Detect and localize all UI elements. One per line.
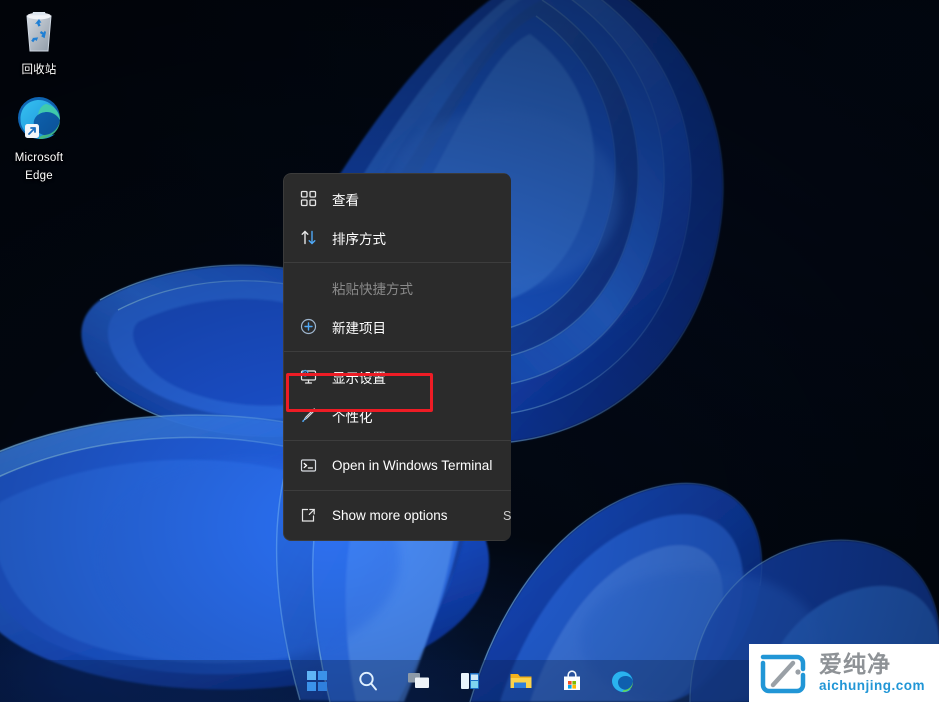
search-button[interactable]	[355, 668, 381, 694]
edge-icon	[612, 670, 633, 692]
desktop[interactable]: 回收站 Microsoft Edge 查看 排序方式 粘贴快捷方式 新建项目 显…	[0, 0, 939, 702]
desktop-icon-recycle-bin[interactable]: 回收站	[0, 6, 78, 78]
search-icon	[358, 671, 377, 691]
watermark: 爱纯净 aichunjing.com	[749, 644, 939, 702]
monitor-gear-icon	[298, 367, 318, 387]
watermark-chinese-text: 爱纯净	[819, 651, 891, 678]
paste-shortcut-icon-placeholder	[298, 278, 318, 298]
store-bag-icon	[563, 670, 580, 690]
recycle-bin-icon	[13, 6, 65, 56]
context-menu-item-paste-shortcut: 粘贴快捷方式	[284, 268, 511, 307]
start-button[interactable]	[304, 668, 330, 694]
grid-view-icon	[298, 189, 318, 209]
paintbrush-icon	[298, 406, 318, 426]
context-menu-item-sort-by[interactable]: 排序方式	[284, 218, 511, 257]
microsoft-store-button[interactable]	[559, 668, 585, 694]
desktop-icon-microsoft-edge[interactable]: Microsoft Edge	[0, 94, 78, 184]
context-menu-separator	[284, 490, 511, 491]
context-menu-item-show-more-options[interactable]: Show more options Shift	[284, 496, 511, 535]
context-menu-label: Show more options	[332, 508, 448, 523]
desktop-context-menu[interactable]: 查看 排序方式 粘贴快捷方式 新建项目 显示设置 个性化 Open in Win…	[283, 173, 511, 541]
terminal-icon	[298, 456, 318, 476]
context-menu-label: 排序方式	[332, 231, 386, 247]
context-menu-label: 显示设置	[332, 370, 386, 386]
context-menu-label: 粘贴快捷方式	[332, 281, 413, 297]
windows-logo-icon	[306, 671, 327, 691]
context-menu-item-new-item[interactable]: 新建项目	[284, 307, 511, 346]
context-menu-item-view[interactable]: 查看	[284, 179, 511, 218]
context-menu-label: 查看	[332, 192, 359, 208]
context-menu-label: Open in Windows Terminal	[332, 458, 493, 473]
file-explorer-button[interactable]	[508, 668, 534, 694]
sort-arrows-icon	[298, 228, 318, 248]
folder-icon	[510, 674, 531, 688]
context-menu-item-personalize[interactable]: 个性化	[284, 396, 511, 435]
context-menu-separator	[284, 262, 511, 263]
context-menu-item-display-settings[interactable]: 显示设置	[284, 357, 511, 396]
context-menu-item-windows-terminal[interactable]: Open in Windows Terminal	[284, 446, 511, 485]
context-menu-label: 新建项目	[332, 320, 386, 336]
aichunjing-logo-icon	[760, 654, 806, 694]
context-menu-separator	[284, 351, 511, 352]
edge-taskbar-button[interactable]	[610, 668, 636, 694]
context-menu-separator	[284, 440, 511, 441]
context-menu-label: 个性化	[332, 409, 373, 425]
more-options-icon	[298, 506, 318, 526]
desktop-icon-label: Microsoft Edge	[15, 152, 63, 182]
edge-label-line1: Microsoft	[14, 152, 64, 164]
edge-label-line2: Edge	[25, 170, 53, 182]
task-view-icon	[407, 673, 429, 688]
edge-icon	[13, 94, 65, 144]
desktop-icon-label: 回收站	[21, 64, 57, 76]
widgets-icon	[460, 673, 479, 689]
task-view-button[interactable]	[406, 668, 432, 694]
plus-circle-icon	[298, 317, 318, 337]
widgets-button[interactable]	[457, 668, 483, 694]
watermark-domain-text: aichunjing.com	[819, 678, 926, 694]
